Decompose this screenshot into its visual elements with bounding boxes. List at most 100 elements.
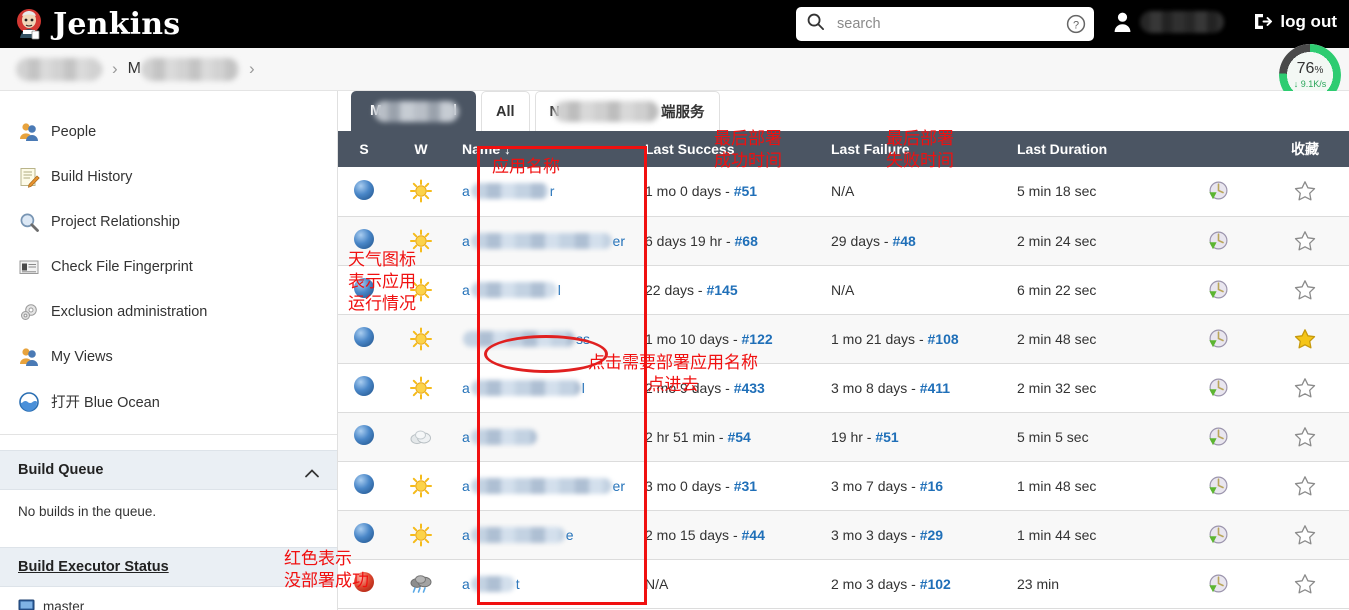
job-name-link[interactable]: a r [462, 183, 625, 200]
search-input[interactable] [825, 16, 1066, 32]
job-name-link[interactable]: ss [462, 330, 625, 347]
schedule-build-icon[interactable] [1207, 426, 1229, 448]
breadcrumb-item-2[interactable]: M [128, 57, 239, 81]
cell-job-name[interactable]: a [452, 412, 635, 462]
star-outline-icon[interactable] [1294, 475, 1316, 497]
last-success-build-link[interactable]: #31 [734, 478, 757, 494]
sidebar-item-blue-ocean[interactable]: 打开 Blue Ocean [0, 379, 337, 424]
executor-node-master[interactable]: master [0, 587, 337, 610]
cell-job-name[interactable]: a e [452, 510, 635, 560]
job-name-link[interactable]: a l [462, 281, 625, 298]
last-failure-text: 3 mo 3 days - [831, 526, 920, 543]
schedule-build-icon[interactable] [1207, 279, 1229, 301]
user-menu[interactable] [1113, 11, 1224, 33]
star-outline-icon[interactable] [1294, 524, 1316, 546]
job-name-link[interactable]: a l [462, 379, 625, 396]
star-outline-icon[interactable] [1294, 279, 1316, 301]
job-name-link[interactable]: a er [462, 477, 625, 494]
cell-job-name[interactable]: ss [452, 314, 635, 364]
last-failure-build-link[interactable]: #108 [928, 331, 959, 347]
cell-job-name[interactable]: a l [452, 265, 635, 315]
status-ball-success-icon[interactable] [354, 229, 374, 249]
job-name-link[interactable]: a [462, 428, 625, 445]
table-row[interactable]: a t N/A 2 mo 3 days - #102 23 min [338, 559, 1349, 609]
column-header-last-success[interactable]: Last Success [635, 131, 821, 167]
last-success-build-link[interactable]: #122 [742, 331, 773, 347]
star-outline-icon[interactable] [1294, 377, 1316, 399]
status-ball-success-icon[interactable] [354, 523, 374, 543]
schedule-build-icon[interactable] [1207, 524, 1229, 546]
schedule-build-icon[interactable] [1207, 328, 1229, 350]
sidebar-item-exclusion-administration[interactable]: Exclusion administration [0, 289, 337, 334]
jenkins-home-link[interactable]: Jenkins [0, 7, 180, 42]
status-ball-success-icon[interactable] [354, 425, 374, 445]
last-success-build-link[interactable]: #51 [734, 183, 757, 199]
table-row[interactable]: a l 22 days - #145 N/A 6 min 22 sec [338, 265, 1349, 315]
cell-job-name[interactable]: a r [452, 167, 635, 217]
schedule-build-icon[interactable] [1207, 230, 1229, 252]
status-ball-failed-icon[interactable] [354, 572, 374, 592]
build-queue-header[interactable]: Build Queue [0, 450, 337, 490]
job-name-suffix: t [515, 575, 520, 592]
schedule-build-icon[interactable] [1207, 573, 1229, 595]
sidebar-item-build-history[interactable]: Build History [0, 154, 337, 199]
last-success-build-link[interactable]: #68 [735, 233, 758, 249]
cell-job-name[interactable]: a l [452, 363, 635, 413]
status-ball-success-icon[interactable] [354, 179, 374, 200]
last-failure-build-link[interactable]: #29 [920, 527, 943, 543]
last-success-build-link[interactable]: #44 [742, 527, 765, 543]
cell-job-name[interactable]: a er [452, 461, 635, 511]
cell-job-name[interactable]: a er [452, 216, 635, 266]
tab-view-0[interactable]: M l [351, 91, 476, 131]
star-outline-icon[interactable] [1294, 180, 1316, 202]
search-box[interactable]: ? [796, 7, 1094, 41]
column-header-status[interactable]: S [338, 131, 390, 167]
star-outline-icon[interactable] [1294, 426, 1316, 448]
last-success-build-link[interactable]: #145 [706, 282, 737, 298]
star-outline-icon[interactable] [1294, 573, 1316, 595]
sidebar-item-project-relationship[interactable]: Project Relationship [0, 199, 337, 244]
table-row[interactable]: a 2 hr 51 min - #54 19 hr - #51 5 min 5 … [338, 412, 1349, 462]
table-row[interactable]: a r 1 mo 0 days - #51 N/A 5 min 18 sec [338, 167, 1349, 217]
sidebar-item-my-views[interactable]: My Views [0, 334, 337, 379]
job-name-link[interactable]: a t [462, 575, 625, 592]
last-failure-build-link[interactable]: #48 [892, 233, 915, 249]
help-circle-icon[interactable]: ? [1066, 14, 1086, 34]
sidebar-item-check-file-fingerprint[interactable]: Check File Fingerprint [0, 244, 337, 289]
sidebar-item-people[interactable]: People [0, 109, 337, 154]
table-row[interactable]: a l 2 mo 9 days - #433 3 mo 8 days - #41… [338, 363, 1349, 413]
column-header-weather[interactable]: W [390, 131, 452, 167]
last-failure-build-link[interactable]: #51 [875, 429, 898, 445]
status-ball-success-icon[interactable] [354, 278, 374, 298]
column-header-favorite[interactable]: 收藏 [1261, 131, 1349, 167]
status-ball-success-icon[interactable] [354, 327, 374, 347]
table-row[interactable]: a er 6 days 19 hr - #68 29 days - #48 2 … [338, 216, 1349, 266]
status-ball-success-icon[interactable] [354, 474, 374, 494]
breadcrumb-item-1[interactable] [16, 57, 102, 81]
status-ball-success-icon[interactable] [354, 376, 374, 396]
star-filled-icon[interactable] [1294, 328, 1316, 350]
job-name-link[interactable]: a er [462, 232, 625, 249]
last-failure-build-link[interactable]: #102 [920, 576, 951, 592]
column-header-name[interactable]: Name ↓ [452, 131, 635, 167]
last-success-build-link[interactable]: #433 [734, 380, 765, 396]
chevron-up-icon[interactable] [305, 466, 319, 477]
build-executor-status-header[interactable]: Build Executor Status [0, 547, 337, 587]
column-header-last-duration[interactable]: Last Duration [1007, 131, 1175, 167]
table-row[interactable]: ss 1 mo 10 days - #122 1 mo 21 days - #1… [338, 314, 1349, 364]
tab-view-all[interactable]: All [481, 91, 530, 131]
last-failure-build-link[interactable]: #16 [920, 478, 943, 494]
last-success-build-link[interactable]: #54 [727, 429, 750, 445]
last-failure-build-link[interactable]: #411 [920, 380, 950, 396]
logout-button[interactable]: log out [1252, 11, 1337, 32]
schedule-build-icon[interactable] [1207, 377, 1229, 399]
column-header-last-failure[interactable]: Last Failure [821, 131, 1007, 167]
star-outline-icon[interactable] [1294, 230, 1316, 252]
table-row[interactable]: a e 2 mo 15 days - #44 3 mo 3 days - #29… [338, 510, 1349, 560]
table-row[interactable]: a er 3 mo 0 days - #31 3 mo 7 days - #16… [338, 461, 1349, 511]
tab-view-2[interactable]: N 端服务 [534, 91, 720, 131]
schedule-build-icon[interactable] [1207, 180, 1229, 202]
job-name-link[interactable]: a e [462, 526, 625, 543]
cell-job-name[interactable]: a t [452, 559, 635, 609]
schedule-build-icon[interactable] [1207, 475, 1229, 497]
